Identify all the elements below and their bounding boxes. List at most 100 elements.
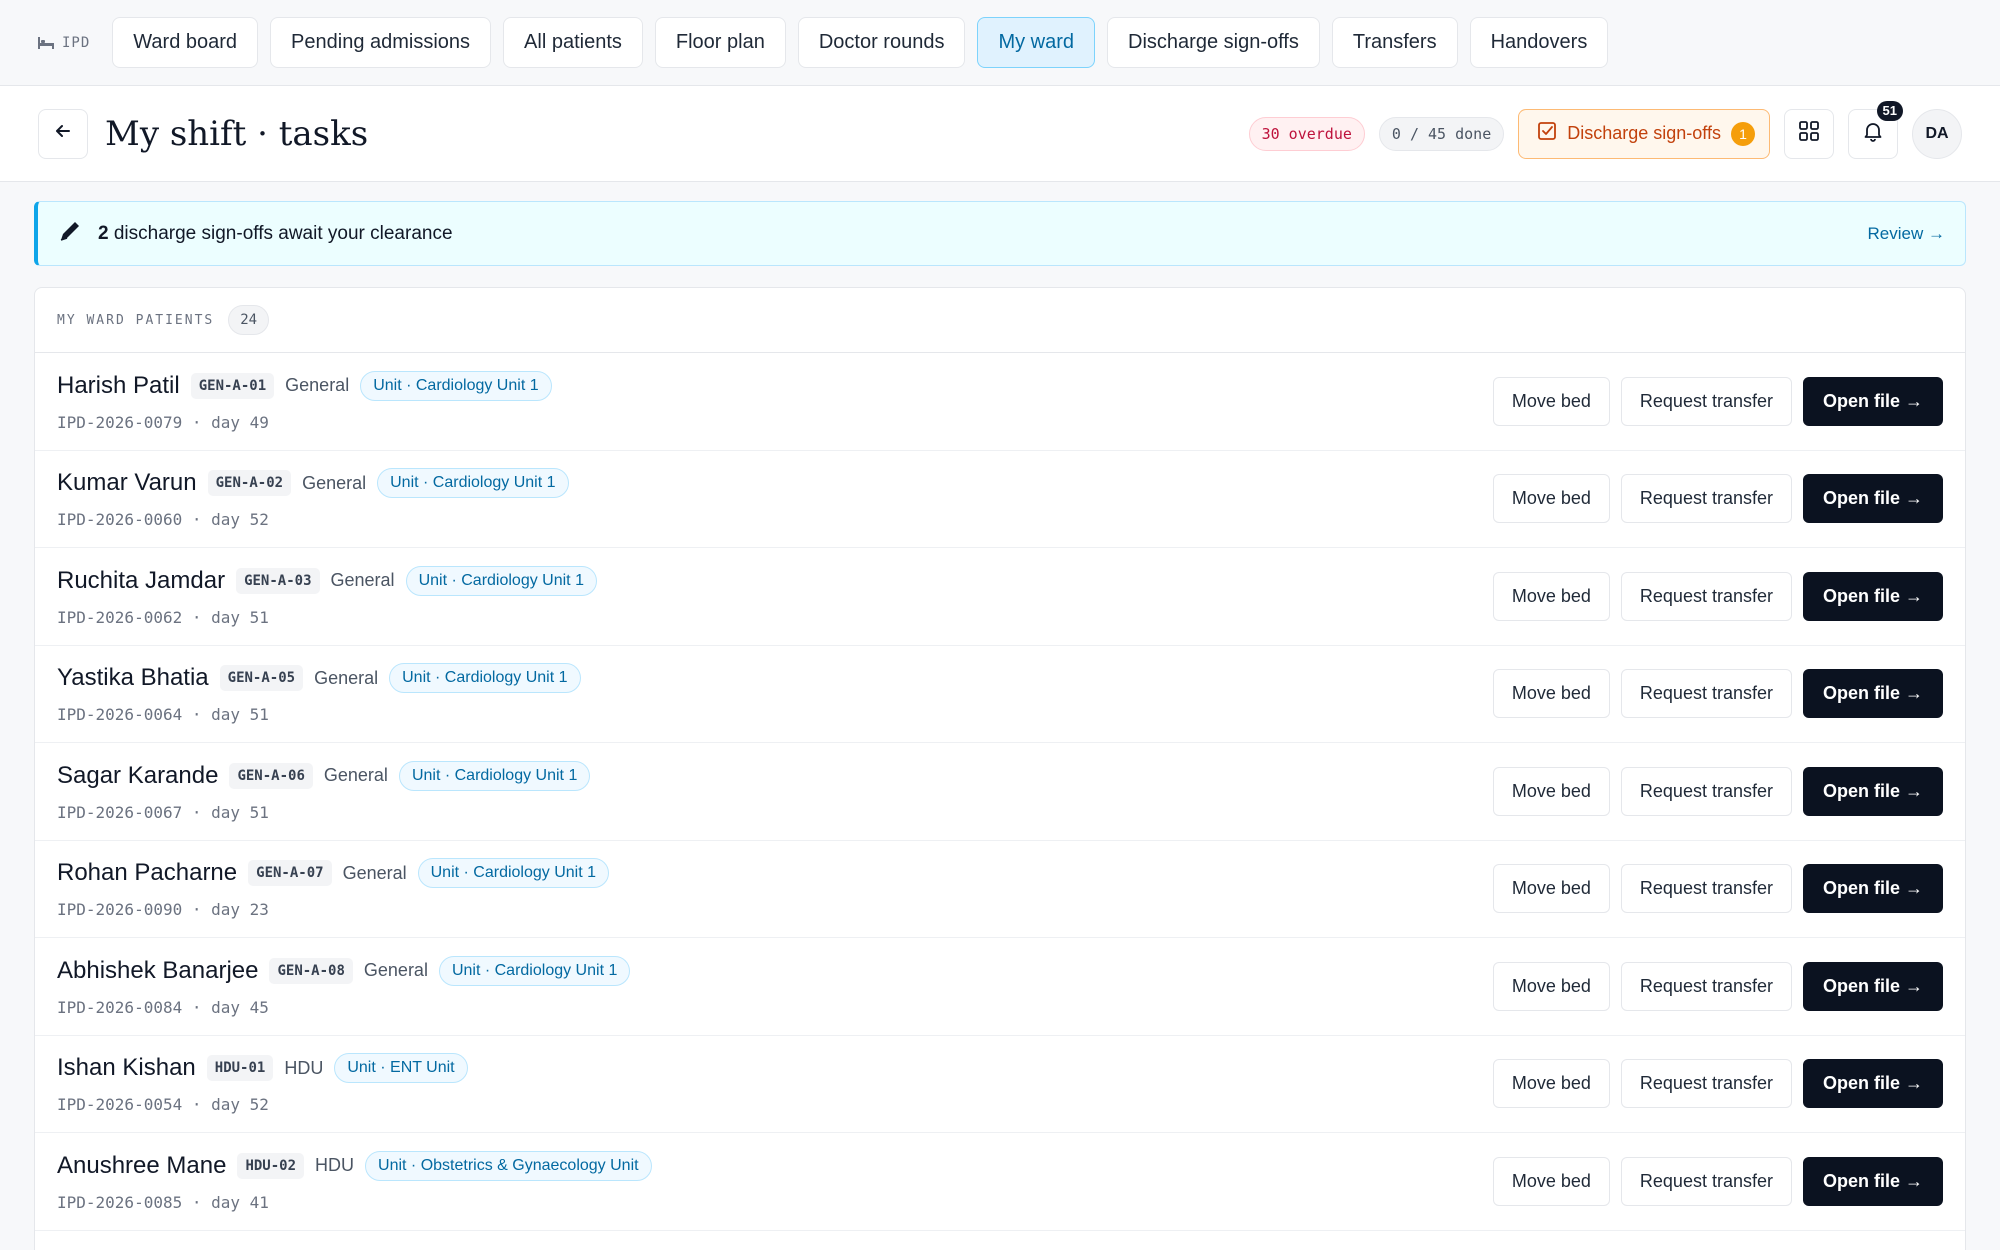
request-transfer-button[interactable]: Request transfer — [1620, 1156, 1792, 1206]
open-file-button[interactable]: Open file → — [1802, 669, 1943, 719]
bed-code: HDU-02 — [237, 1152, 305, 1179]
discharge-count-badge: 1 — [1731, 121, 1755, 146]
admission-meta: IPD-2026-0085 · day 41 — [57, 1192, 269, 1212]
avatar[interactable]: DA — [1912, 108, 1962, 159]
tab-all-patients[interactable]: All patients — [503, 17, 643, 68]
patient-header: Sagar Karande GEN-A-06 General Unit · Cardi… — [57, 760, 591, 791]
card-header: MY WARD PATIENTS 24 — [35, 288, 1965, 353]
patient-name: Rohan Pacharne — [57, 859, 238, 887]
patient-header: Ishan Kishan HDU-01 HDU Unit · ENT Unit — [57, 1053, 468, 1084]
tab-pending-admissions[interactable]: Pending admissions — [270, 17, 492, 68]
brand: IPD — [38, 35, 90, 51]
patient-header: Yastika Bhatia GEN-A-05 General Unit · Card… — [57, 663, 581, 694]
patient-header: Kumar Varun GEN-A-02 General Unit · Cardiol… — [57, 468, 569, 499]
patient-info: Yastika Bhatia GEN-A-05 General Unit · Card… — [57, 663, 581, 724]
patient-name: Sagar Karande — [57, 761, 219, 789]
tab-doctor-rounds[interactable]: Doctor rounds — [797, 17, 966, 68]
admission-meta: IPD-2026-0062 · day 51 — [57, 607, 269, 627]
bed-code: GEN-A-03 — [236, 567, 320, 594]
patient-name: Harish Patil — [57, 371, 180, 399]
patient-info: Harish Patil GEN-A-01 General Unit · Cardio… — [57, 370, 552, 432]
request-transfer-button[interactable]: Request transfer — [1620, 1059, 1792, 1109]
patient-info: Abhishek Banarjee GEN-A-08 General Unit · C… — [57, 955, 631, 1017]
row-actions: Move bed Request transfer Open file → — [1492, 864, 1943, 914]
overdue-badge: 30 overdue — [1248, 116, 1365, 151]
request-transfer-button[interactable]: Request transfer — [1620, 961, 1792, 1011]
notification-count-badge: 51 — [1876, 100, 1903, 121]
move-bed-button[interactable]: Move bed — [1492, 961, 1610, 1011]
patient-list: Harish Patil GEN-A-01 General Unit · Cardio… — [35, 353, 1965, 1231]
checklist-icon — [1537, 121, 1557, 146]
unit-tag: Unit · Cardiology Unit 1 — [405, 565, 597, 596]
patient-header: Ruchita Jamdar GEN-A-03 General Unit · Card… — [57, 565, 597, 596]
top-nav: IPD Ward board Pending admissions All pati… — [0, 0, 2000, 86]
row-actions: Move bed Request transfer Open file → — [1492, 1156, 1943, 1206]
ward-type: HDU — [315, 1155, 355, 1176]
back-button[interactable] — [38, 108, 88, 159]
tab-floor-plan[interactable]: Floor plan — [654, 17, 786, 68]
move-bed-button[interactable]: Move bed — [1492, 766, 1610, 816]
move-bed-button[interactable]: Move bed — [1492, 669, 1610, 719]
move-bed-button[interactable]: Move bed — [1492, 474, 1610, 524]
review-link[interactable]: Review → — [1868, 224, 1945, 244]
unit-tag: Unit · ENT Unit — [334, 1053, 468, 1084]
patient-name: Ruchita Jamdar — [57, 566, 226, 594]
patient-name: Ishan Kishan — [57, 1054, 196, 1082]
grid-icon — [1798, 120, 1820, 147]
request-transfer-button[interactable]: Request transfer — [1620, 376, 1792, 426]
move-bed-button[interactable]: Move bed — [1492, 1156, 1610, 1206]
move-bed-button[interactable]: Move bed — [1492, 571, 1610, 621]
pen-icon — [58, 219, 82, 248]
request-transfer-button[interactable]: Request transfer — [1620, 766, 1792, 816]
tab-ward-board[interactable]: Ward board — [112, 17, 259, 68]
request-transfer-button[interactable]: Request transfer — [1620, 864, 1792, 914]
open-file-button[interactable]: Open file → — [1802, 1059, 1943, 1109]
patient-row: Rohan Pacharne GEN-A-07 General Unit · Card… — [35, 841, 1965, 938]
row-actions: Move bed Request transfer Open file → — [1492, 766, 1943, 816]
open-file-button[interactable]: Open file → — [1802, 571, 1943, 621]
patient-row: Abhishek Banarjee GEN-A-08 General Unit · C… — [35, 938, 1965, 1036]
patient-row: Anushree Mane HDU-02 HDU Unit · Obstetrics … — [35, 1133, 1965, 1231]
open-file-button[interactable]: Open file → — [1802, 864, 1943, 914]
header-actions: 30 overdue 0 / 45 done Discharge sign-of… — [1248, 100, 1962, 159]
discharge-signoffs-button[interactable]: Discharge sign-offs 1 — [1518, 108, 1770, 159]
row-actions: Move bed Request transfer Open file → — [1492, 669, 1943, 719]
tab-transfers[interactable]: Transfers — [1331, 17, 1458, 68]
tab-handovers[interactable]: Handovers — [1469, 17, 1609, 68]
unit-tag: Unit · Cardiology Unit 1 — [360, 370, 552, 401]
request-transfer-button[interactable]: Request transfer — [1620, 474, 1792, 524]
open-file-button[interactable]: Open file → — [1802, 766, 1943, 816]
patient-info: Kumar Varun GEN-A-02 General Unit · Cardiol… — [57, 468, 569, 529]
page-header: My shift · tasks 30 overdue 0 / 45 done … — [0, 86, 2000, 182]
patient-info: Ruchita Jamdar GEN-A-03 General Unit · Card… — [57, 565, 597, 627]
bed-code: GEN-A-02 — [207, 470, 292, 497]
grid-view-button[interactable] — [1784, 108, 1834, 159]
bell-icon — [1862, 120, 1884, 147]
notifications-button[interactable]: 51 — [1848, 100, 1903, 159]
ward-type: General — [342, 862, 407, 883]
row-actions: Move bed Request transfer Open file → — [1492, 1059, 1943, 1109]
open-file-button[interactable]: Open file → — [1802, 474, 1943, 524]
arrow-left-icon — [54, 122, 72, 145]
patient-name: Yastika Bhatia — [57, 664, 209, 692]
open-file-button[interactable]: Open file → — [1802, 961, 1943, 1011]
unit-tag: Unit · Cardiology Unit 1 — [417, 858, 610, 889]
request-transfer-button[interactable]: Request transfer — [1620, 669, 1792, 719]
request-transfer-button[interactable]: Request transfer — [1620, 571, 1792, 621]
ward-type: General — [330, 570, 395, 591]
row-actions: Move bed Request transfer Open file → — [1492, 376, 1943, 426]
admission-meta: IPD-2026-0054 · day 52 — [57, 1095, 269, 1115]
tab-my-ward[interactable]: My ward — [977, 17, 1096, 68]
open-file-button[interactable]: Open file → — [1802, 376, 1943, 426]
alert-count: 2 — [98, 222, 109, 244]
nav-tabs: Ward board Pending admissions All patients… — [112, 17, 1609, 68]
open-file-button[interactable]: Open file → — [1802, 1156, 1943, 1206]
move-bed-button[interactable]: Move bed — [1492, 376, 1610, 426]
patient-row: Sagar Karande GEN-A-06 General Unit · Cardi… — [35, 743, 1965, 841]
tab-discharge-sign-offs[interactable]: Discharge sign-offs — [1107, 17, 1320, 68]
ward-type: General — [285, 375, 350, 396]
done-badge: 0 / 45 done — [1378, 116, 1505, 151]
move-bed-button[interactable]: Move bed — [1492, 864, 1610, 914]
move-bed-button[interactable]: Move bed — [1492, 1059, 1610, 1109]
patient-row: Ishan Kishan HDU-01 HDU Unit · ENT Unit IPD-… — [35, 1036, 1965, 1133]
